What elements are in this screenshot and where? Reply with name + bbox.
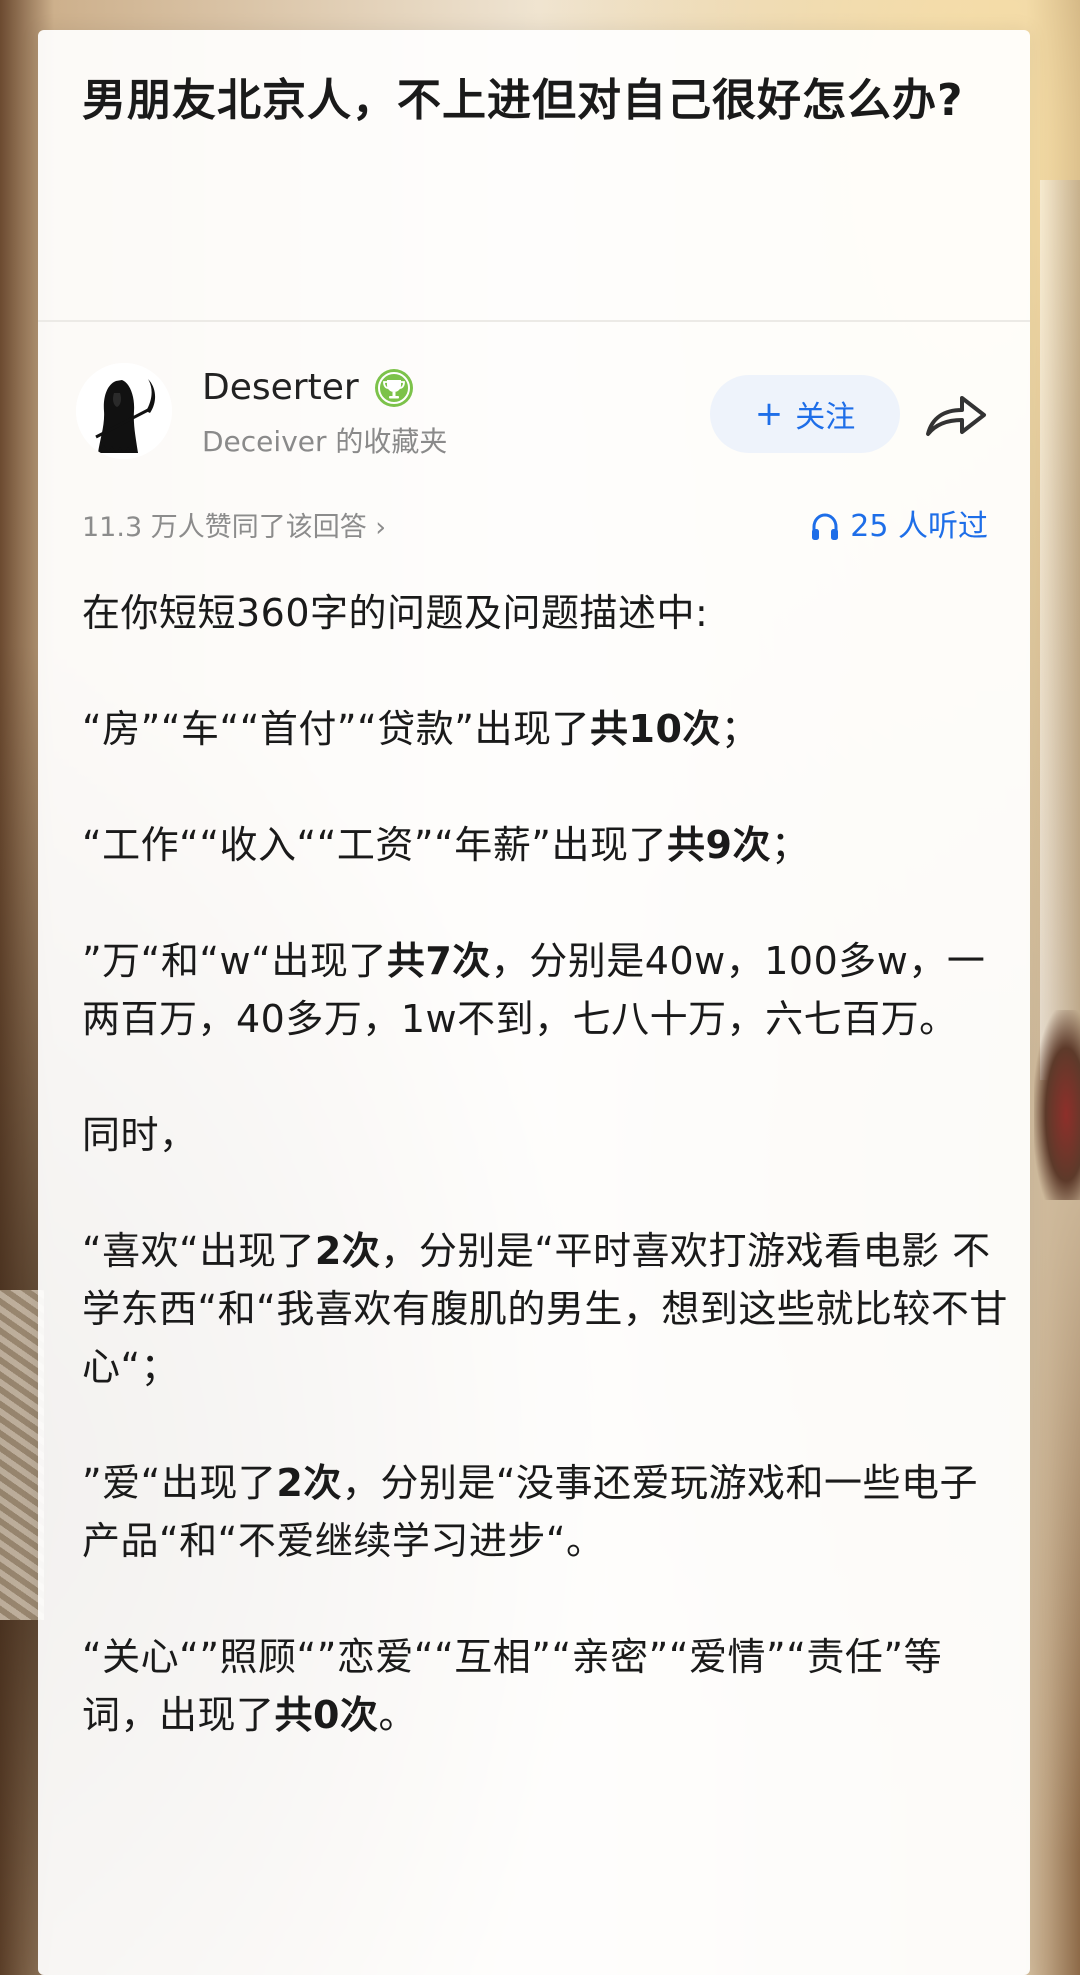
answer-paragraph: “关心“”照顾“”恋爱““互相”“亲密”“爱情”“责任”等词，出现了共0次。 <box>82 1635 943 1737</box>
emphasis-count: 共0次 <box>274 1693 379 1737</box>
answer-paragraph: 在你短短360字的问题及问题描述中: <box>82 591 709 635</box>
emphasis-count: 共7次 <box>386 939 491 983</box>
follow-label: 关注 <box>795 400 856 435</box>
listened-count[interactable]: 25 人听过 <box>810 505 988 549</box>
headphones-icon <box>812 513 839 540</box>
author-name[interactable]: Deserter <box>202 363 359 413</box>
emphasis-count: 共10次 <box>590 707 721 751</box>
author-collection[interactable]: Deceiver 的收藏夹 <box>202 422 447 462</box>
emphasis-count: 共9次 <box>667 823 771 867</box>
answer-paragraph: 同时， <box>82 1113 198 1157</box>
listened-label: 25 人听过 <box>850 509 988 544</box>
answer-paragraph: “喜欢“出现了2次，分别是“平时喜欢打游戏看电影 不学东西“和“我喜欢有腹肌的男… <box>82 1229 1008 1389</box>
emphasis-count: 2次 <box>276 1461 342 1505</box>
trophy-badge-icon <box>375 369 413 407</box>
answer-paragraph: “工作““收入““工资”“年薪”出现了共9次； <box>82 823 810 867</box>
avatar[interactable] <box>76 363 172 459</box>
answer-content: 在你短短360字的问题及问题描述中: “房”“车““首付”“贷款”出现了共10次… <box>82 584 1012 1802</box>
answer-paragraph: ”爱“出现了2次，分别是“没事还爱玩游戏和一些电子产品“和“不爱继续学习进步“。 <box>82 1461 979 1563</box>
answer-paragraph: “房”“车““首付”“贷款”出现了共10次； <box>82 707 760 751</box>
follow-button[interactable]: + 关注 <box>710 375 900 453</box>
likes-count[interactable]: 11.3 万人赞同了该回答 › <box>82 508 386 548</box>
background-fig <box>1034 1010 1080 1200</box>
answer-card: 男朋友北京人，不上进但对自己很好怎么办? Deserter Deceiver 的… <box>38 30 1030 1975</box>
reaper-avatar-icon <box>76 363 172 459</box>
share-arrow-icon[interactable] <box>924 390 988 440</box>
question-title[interactable]: 男朋友北京人，不上进但对自己很好怎么办? <box>82 66 1002 136</box>
background-window-frame <box>1040 180 1080 1080</box>
emphasis-count: 2次 <box>314 1229 381 1273</box>
answer-paragraph: ”万“和“w“出现了共7次，分别是40w，100多w，一两百万，40多万，1w不… <box>82 939 986 1041</box>
title-divider <box>38 320 1030 322</box>
plus-icon: + <box>754 394 784 434</box>
